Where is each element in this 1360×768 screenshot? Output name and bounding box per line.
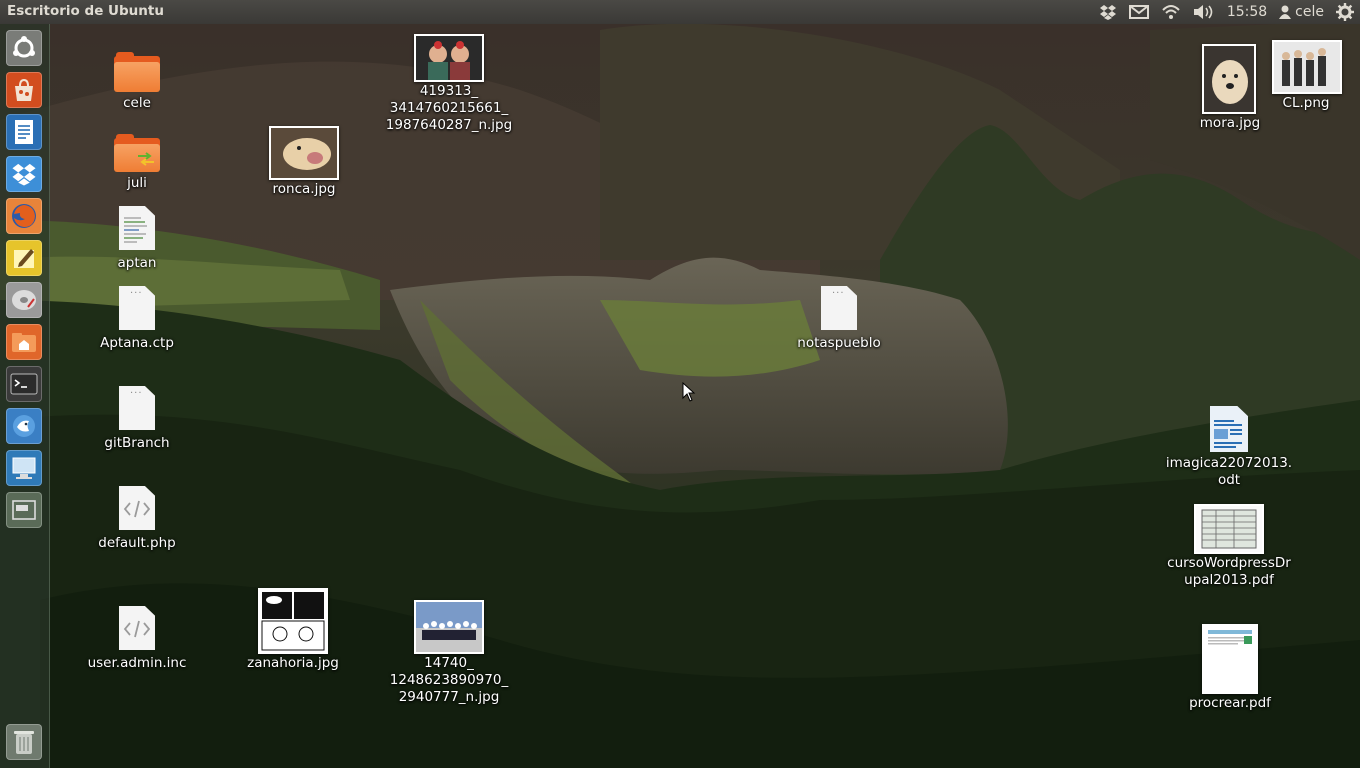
notepad-icon [14, 249, 34, 268]
pdf-thumbnail [1194, 504, 1264, 554]
indicator-area: 15:58 cele [1093, 0, 1360, 24]
desktop-icon-label: notaspueblo [797, 335, 881, 351]
trash-icon [14, 731, 34, 754]
desktop-file-user-admin-inc[interactable]: user.admin.inc [82, 606, 192, 674]
desktop-file-aptan[interactable]: aptan [87, 206, 187, 274]
launcher-disk-utility[interactable] [6, 282, 42, 318]
launcher [0, 24, 50, 768]
desktop-icon-label: procrear.pdf [1189, 695, 1271, 711]
launcher-libreoffice-writer[interactable] [6, 114, 42, 150]
desktop-folder-juli[interactable]: juli [87, 132, 187, 194]
desktop-file-ronca-jpg[interactable]: ronca.jpg [254, 126, 354, 200]
desktop-file-aptana-ctp[interactable]: ··· Aptana.ctp [87, 286, 187, 354]
desktop-icon-label: mora.jpg [1199, 115, 1261, 131]
desktop-icon-label: default.php [98, 535, 176, 551]
chat-bird-icon [13, 415, 35, 437]
odt-document-icon [1210, 406, 1248, 452]
terminal-icon [10, 373, 38, 395]
desktop-file-cursowordpress-pdf[interactable]: cursoWordpressDr upal2013.pdf [1160, 504, 1298, 590]
dropbox-icon[interactable] [1093, 0, 1123, 24]
desktop-icon-label: user.admin.inc [87, 655, 187, 671]
home-folder-icon [12, 333, 36, 352]
desktop-icon-label: aptan [117, 255, 157, 271]
blank-file-icon: ··· [119, 386, 155, 430]
image-thumbnail [1202, 44, 1256, 114]
launcher-pidgin[interactable] [6, 408, 42, 444]
volume-icon[interactable] [1187, 0, 1221, 24]
launcher-home-folder[interactable] [6, 324, 42, 360]
code-file-icon [119, 486, 155, 530]
mouse-pointer-icon [682, 382, 696, 402]
user-icon [1279, 5, 1292, 19]
image-thumbnail [414, 600, 484, 654]
desktop-file-zanahoria-jpg[interactable]: zanahoria.jpg [243, 588, 343, 674]
desktop-file-cl-png[interactable]: CL.png [1268, 40, 1344, 114]
shared-folder-icon [114, 132, 160, 172]
network-wifi-icon[interactable] [1155, 0, 1187, 24]
desktop-icon-label: zanahoria.jpg [247, 655, 339, 671]
folder-icon [114, 52, 160, 92]
launcher-dropbox[interactable] [6, 156, 42, 192]
user-menu[interactable]: cele [1273, 0, 1330, 24]
desktop-icon-label: 419313_ 3414760215661_ 1987640287_n.jpg [385, 83, 513, 133]
launcher-software-center[interactable] [6, 72, 42, 108]
software-center-icon [15, 78, 33, 101]
desktop-file-mora-jpg[interactable]: mora.jpg [1190, 44, 1270, 134]
user-name: cele [1295, 4, 1324, 20]
launcher-dash-home[interactable] [6, 30, 42, 66]
desktop-icon-label: gitBranch [104, 435, 170, 451]
desktop-file-notaspueblo[interactable]: ··· notaspueblo [789, 286, 889, 354]
launcher-trash[interactable] [6, 724, 42, 760]
workspace-icon [12, 500, 36, 520]
top-panel: Escritorio de Ubuntu 15:58 cele [0, 0, 1360, 24]
launcher-firefox[interactable] [6, 198, 42, 234]
desktop-file-gitbranch[interactable]: ··· gitBranch [87, 386, 187, 454]
desktop-icon-label: 14740_ 1248623890970_ 2940777_n.jpg [389, 655, 509, 705]
desktop-file-14740-jpg[interactable]: 14740_ 1248623890970_ 2940777_n.jpg [384, 600, 514, 708]
image-thumbnail [269, 126, 339, 180]
launcher-terminal[interactable] [6, 366, 42, 402]
desktop-icon-label: ronca.jpg [272, 181, 336, 197]
desktop-icon-label: CL.png [1282, 95, 1330, 111]
desktop-file-default-php[interactable]: default.php [87, 486, 187, 554]
mail-icon[interactable] [1123, 0, 1155, 24]
pdf-thumbnail [1202, 624, 1258, 694]
desktop-wallpaper [0, 0, 1360, 768]
desktop-icon-label: imagica22072013. odt [1165, 455, 1293, 488]
blank-file-icon: ··· [119, 286, 155, 330]
desktop-file-419313-jpg[interactable]: 419313_ 3414760215661_ 1987640287_n.jpg [384, 34, 514, 138]
disk-icon [12, 290, 36, 310]
firefox-icon [12, 204, 36, 228]
desktop-icon-label: juli [127, 175, 147, 191]
text-file-icon [119, 206, 155, 250]
clock[interactable]: 15:58 [1221, 0, 1273, 24]
launcher-text-editor[interactable] [6, 240, 42, 276]
window-title: Escritorio de Ubuntu [7, 3, 164, 19]
remote-desktop-icon [12, 457, 36, 479]
code-file-icon [119, 606, 155, 650]
desktop-icon-label: cursoWordpressDr upal2013.pdf [1167, 555, 1291, 588]
desktop-icon-label: Aptana.ctp [100, 335, 174, 351]
desktop-icon-label: cele [123, 95, 151, 111]
desktop-file-procrear-pdf[interactable]: procrear.pdf [1180, 624, 1280, 714]
session-gear-icon[interactable] [1330, 0, 1360, 24]
launcher-remote-desktop[interactable] [6, 450, 42, 486]
desktop-file-imagica-odt[interactable]: imagica22072013. odt [1164, 406, 1294, 490]
image-thumbnail [1272, 40, 1342, 94]
dropbox-icon [12, 163, 36, 186]
image-thumbnail [258, 588, 328, 654]
ubuntu-logo-icon [13, 36, 35, 58]
image-thumbnail [414, 34, 484, 82]
launcher-workspace-switcher[interactable] [6, 492, 42, 528]
desktop-folder-cele[interactable]: cele [87, 52, 187, 114]
blank-file-icon: ··· [821, 286, 857, 330]
writer-icon [15, 120, 33, 144]
